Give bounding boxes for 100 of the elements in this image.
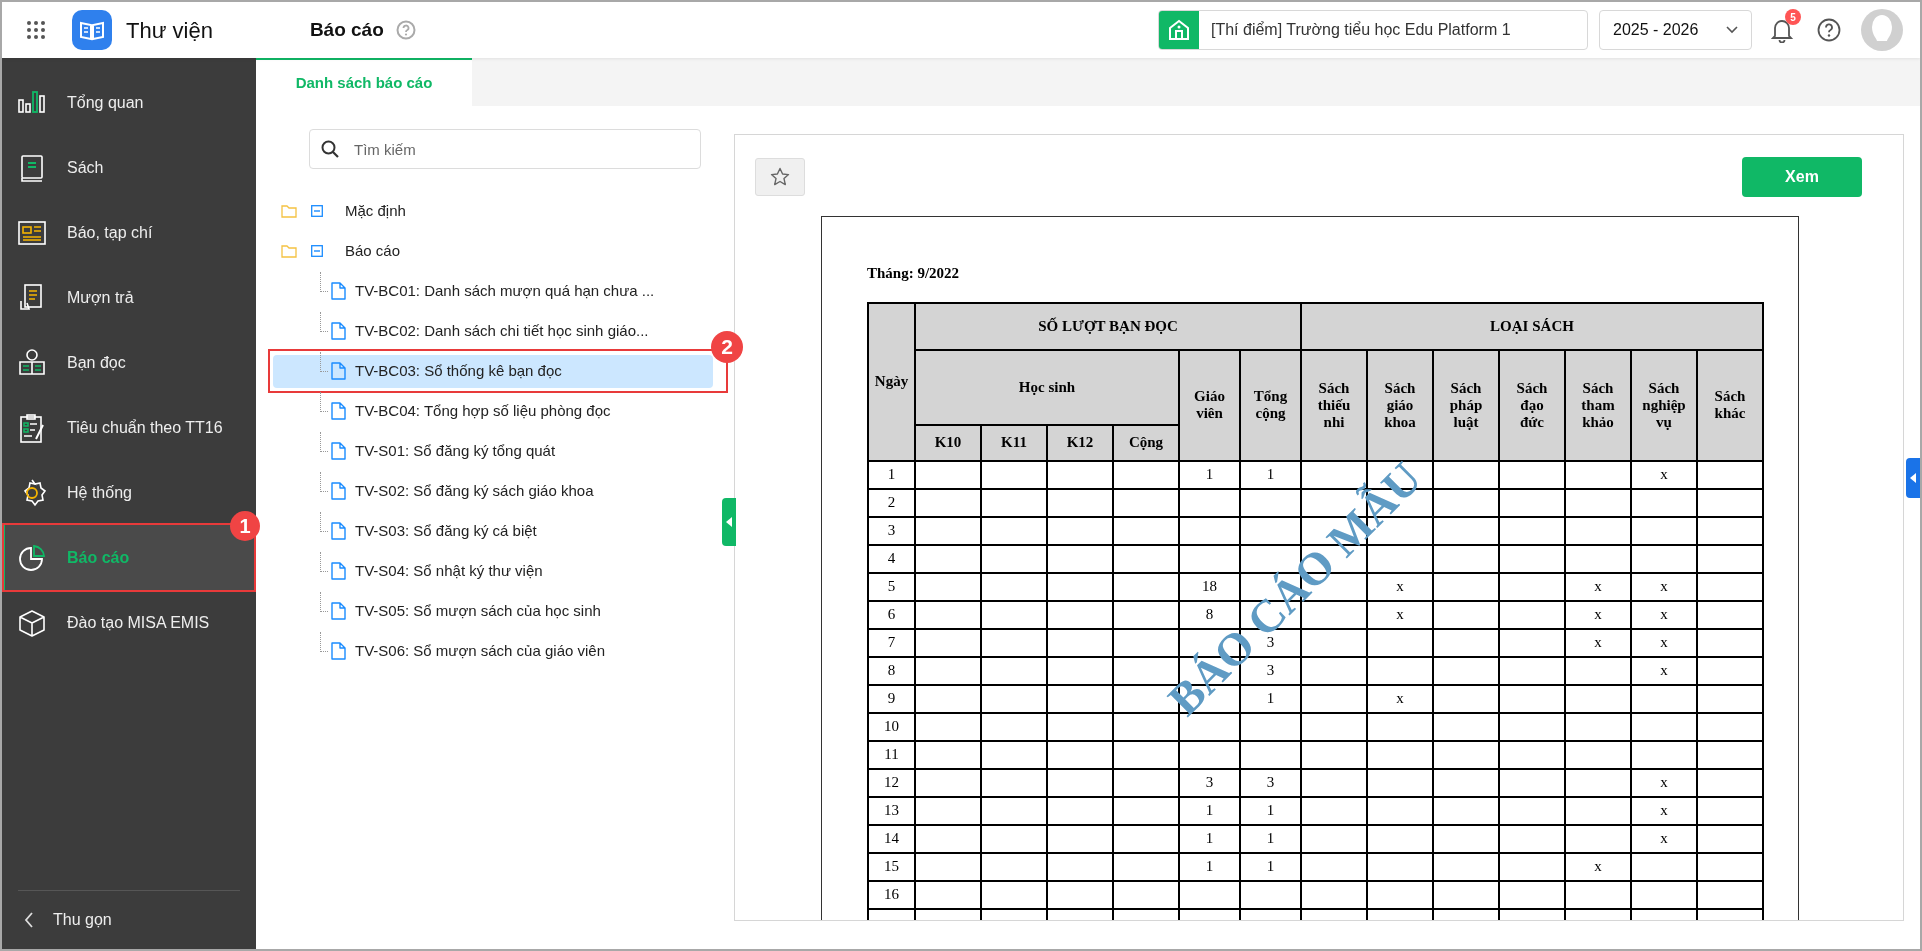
column-header: Tổng cộng (1240, 349, 1301, 461)
report-tree-item[interactable]: TV-S02: Sổ đăng ký sách giáo khoa (273, 474, 713, 508)
column-group-header: Học sinh (915, 349, 1179, 425)
table-cell: x (1631, 628, 1697, 657)
column-header: Sách đạo đức (1499, 349, 1565, 461)
table-cell: 8 (1179, 600, 1240, 629)
year-select[interactable]: 2025 - 2026 (1599, 10, 1752, 50)
table-cell: x (1367, 600, 1433, 629)
callout-number-badge: 1 (230, 511, 260, 541)
table-cell: 1 (1240, 684, 1301, 713)
report-tree-item[interactable]: TV-BC04: Tổng hợp số liệu phòng đọc (273, 394, 713, 428)
panel-collapse-handle[interactable] (722, 498, 736, 546)
column-header: Sách giáo khoa (1367, 349, 1433, 461)
sidebar-item[interactable]: Mượn trả (2, 265, 256, 330)
table-cell: x (1631, 460, 1697, 489)
table-cell: x (1565, 852, 1631, 881)
tree-folder-label[interactable]: Báo cáo (345, 239, 401, 263)
table-cell: 14 (868, 824, 915, 853)
collapse-sidebar-button[interactable]: Thu gọn (2, 891, 256, 949)
favorite-button[interactable] (755, 158, 805, 196)
sidebar-item[interactable]: Báo, tạp chí (2, 200, 256, 265)
table-cell: 1 (1179, 852, 1240, 881)
table-cell: 6 (868, 600, 915, 629)
document-icon (331, 322, 346, 340)
report-tree-item[interactable]: TV-BC02: Danh sách chi tiết học sinh giáo... (273, 314, 713, 348)
table-cell: x (1631, 600, 1697, 629)
document-icon (331, 362, 346, 380)
table-cell: 1 (1240, 460, 1301, 489)
column-group-header: LOẠI SÁCH (1301, 302, 1763, 350)
table-cell: 3 (868, 516, 915, 545)
notification-count-badge: 5 (1785, 9, 1801, 25)
report-tree-item[interactable]: TV-S03: Sổ đăng ký cá biệt (273, 514, 713, 548)
column-header: Sách khác (1697, 349, 1763, 461)
school-name: [Thí điểm] Trường tiểu học Edu Platform 1 (1211, 20, 1511, 40)
sidebar-item[interactable]: Tiêu chuẩn theo TT16 (2, 395, 256, 460)
help-icon[interactable] (1817, 18, 1841, 42)
table-cell: 15 (868, 852, 915, 881)
column-header: K10 (915, 424, 981, 461)
school-icon (1167, 18, 1191, 42)
sidebar-item[interactable]: Đào tạo MISA EMIS (2, 590, 256, 655)
report-tree-item[interactable]: TV-S01: Sổ đăng ký tổng quát (273, 434, 713, 468)
report-tree-item[interactable]: TV-S05: Sổ mượn sách của học sinh (273, 594, 713, 628)
sidebar-item[interactable]: Bạn đọc (2, 330, 256, 395)
reader-with-newspaper-icon (17, 347, 47, 378)
column-header: Giáo viên (1179, 349, 1240, 461)
document-icon (331, 562, 346, 580)
report-month: Tháng: 9/2022 (867, 264, 961, 283)
folder-icon (281, 244, 297, 258)
search-field[interactable]: Tìm kiếm (309, 129, 701, 169)
column-header: Ngày (868, 302, 915, 461)
table-cell: 1 (1179, 824, 1240, 853)
table-cell: 18 (1179, 572, 1240, 601)
report-tree-item[interactable]: TV-S06: Sổ mượn sách của giáo viên (273, 634, 713, 668)
school-selector[interactable]: [Thí điểm] Trường tiểu học Edu Platform 1 (1158, 10, 1588, 50)
apps-grid-icon[interactable] (26, 20, 46, 40)
table-cell: 1 (1179, 460, 1240, 489)
table-cell: 9 (868, 684, 915, 713)
document-icon (331, 522, 346, 540)
table-cell: 1 (1240, 796, 1301, 825)
table-cell: 12 (868, 768, 915, 797)
table-cell: x (1631, 768, 1697, 797)
column-header: Cộng (1113, 424, 1179, 461)
table-cell: 1 (1179, 796, 1240, 825)
caret-left-icon (726, 517, 732, 527)
collapse-toggle-icon[interactable] (311, 245, 323, 257)
app-title: Thư viện (126, 16, 213, 45)
collapse-toggle-icon[interactable] (311, 205, 323, 217)
star-icon (770, 167, 790, 187)
table-cell: 3 (1240, 768, 1301, 797)
table-cell: x (1631, 572, 1697, 601)
column-header: K12 (1047, 424, 1113, 461)
sidebar-item[interactable]: Sách (2, 135, 256, 200)
sidebar-item[interactable]: Tổng quan (2, 70, 256, 135)
table-cell: 4 (868, 544, 915, 573)
table-cell: 5 (868, 572, 915, 601)
clipboard-checklist-icon (17, 412, 47, 443)
callout-number-badge: 2 (711, 330, 743, 363)
table-cell: x (1631, 656, 1697, 685)
page-title: Báo cáo (309, 17, 384, 42)
column-header: K11 (981, 424, 1047, 461)
document-icon (331, 282, 346, 300)
document-icon (331, 642, 346, 660)
table-cell: 11 (868, 740, 915, 769)
document-icon (331, 602, 346, 620)
report-tree-item[interactable]: TV-BC01: Danh sách mượn quá hạn chưa ... (273, 274, 713, 308)
table-cell: x (1565, 628, 1631, 657)
book-logo-icon (72, 10, 112, 50)
side-panel-toggle[interactable] (1906, 458, 1920, 498)
column-header: Sách thiếu nhi (1301, 349, 1367, 461)
table-cell: 1 (1240, 824, 1301, 853)
chevron-down-icon (1726, 26, 1738, 34)
document-icon (331, 402, 346, 420)
report-tree-item[interactable]: TV-BC03: Sổ thống kê bạn đọc (273, 354, 713, 388)
table-cell: 1 (868, 460, 915, 489)
document-icon (331, 442, 346, 460)
document-icon (331, 482, 346, 500)
tree-folder-label[interactable]: Mặc định (345, 199, 406, 223)
folder-icon (281, 204, 297, 218)
report-tree-item[interactable]: TV-S04: Sổ nhật ký thư viện (273, 554, 713, 588)
chevron-left-icon (24, 912, 34, 928)
